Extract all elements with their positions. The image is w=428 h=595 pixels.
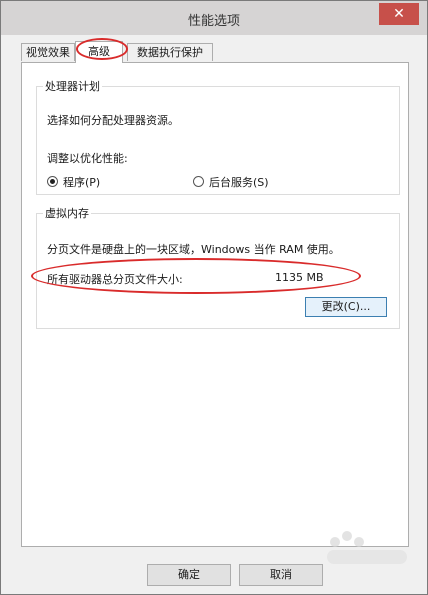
change-button[interactable]: 更改(C)... — [305, 297, 387, 317]
virtual-memory-legend: 虚拟内存 — [45, 207, 89, 220]
window-title: 性能选项 — [187, 14, 240, 29]
close-icon[interactable]: ✕ — [379, 3, 419, 25]
tab-data-execution-prevention[interactable]: 数据执行保护 — [127, 43, 213, 61]
processor-scheduling-group: 处理器计划 选择如何分配处理器资源。 调整以优化性能: 程序(P) 后台服务(S… — [36, 78, 400, 195]
virtual-memory-description: 分页文件是硬盘上的一块区域，Windows 当作 RAM 使用。 — [47, 243, 340, 256]
tab-advanced[interactable]: 高级 — [75, 41, 123, 63]
ok-button[interactable]: 确定 — [147, 564, 231, 586]
total-paging-value: 1135 MB — [275, 271, 324, 284]
title-bar: 性能选项 ✕ — [1, 1, 427, 35]
processor-description: 选择如何分配处理器资源。 — [47, 114, 179, 127]
programs-radio[interactable] — [47, 176, 58, 187]
processor-scheduling-legend: 处理器计划 — [45, 80, 100, 93]
background-services-radio[interactable] — [193, 176, 204, 187]
virtual-memory-group: 虚拟内存 分页文件是硬盘上的一块区域，Windows 当作 RAM 使用。 所有… — [36, 205, 400, 329]
performance-options-dialog: 性能选项 ✕ 视觉效果 高级 数据执行保护 处理器计划 选择如何分配处理器资源。… — [0, 0, 428, 595]
total-paging-label: 所有驱动器总分页文件大小: — [47, 273, 183, 286]
tab-visual-effects[interactable]: 视觉效果 — [21, 43, 75, 61]
background-services-label[interactable]: 后台服务(S) — [209, 174, 269, 190]
advanced-panel: 处理器计划 选择如何分配处理器资源。 调整以优化性能: 程序(P) 后台服务(S… — [21, 62, 409, 547]
watermark-icon — [287, 518, 417, 578]
programs-label[interactable]: 程序(P) — [63, 174, 100, 190]
adjust-label: 调整以优化性能: — [47, 152, 128, 165]
